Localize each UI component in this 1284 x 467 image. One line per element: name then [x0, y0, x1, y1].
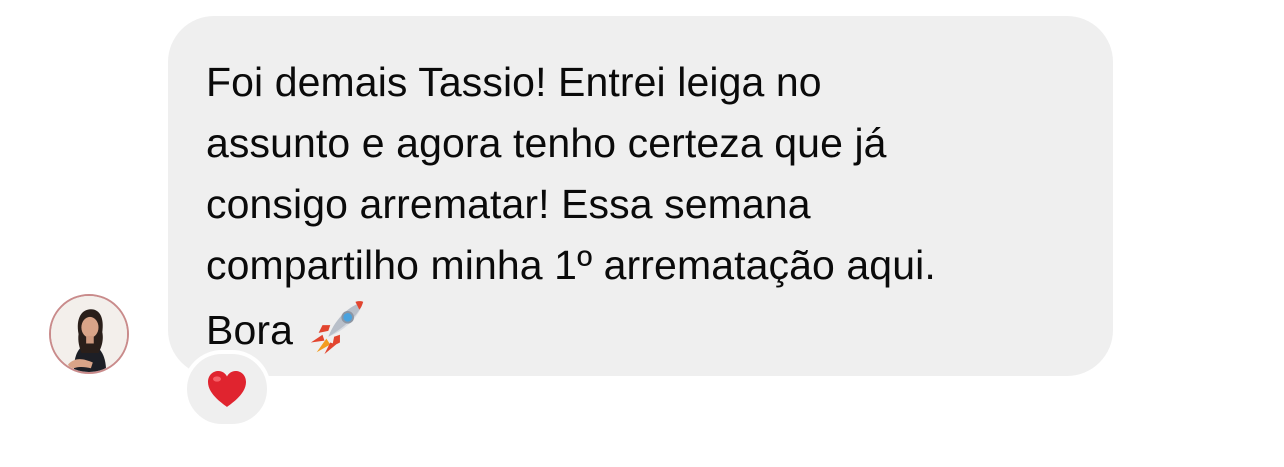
message-line: assunto e agora tenho certeza que já — [206, 120, 887, 166]
message-line-last: Bora — [206, 296, 1083, 361]
reaction-badge[interactable] — [183, 350, 271, 428]
heart-icon — [208, 371, 246, 407]
message-line: compartilho minha 1º arrematação aqui. — [206, 242, 936, 288]
rocket-icon — [307, 296, 369, 358]
message-bubble[interactable]: Foi demais Tassio! Entrei leiga no assun… — [168, 16, 1113, 376]
message-line: consigo arrematar! Essa semana — [206, 181, 811, 227]
message-line: Foi demais Tassio! Entrei leiga no — [206, 59, 822, 105]
message-line-text: Bora — [206, 307, 294, 353]
sender-avatar[interactable] — [49, 294, 129, 374]
message-text: Foi demais Tassio! Entrei leiga no assun… — [206, 52, 1083, 361]
avatar-portrait-icon — [51, 296, 127, 372]
